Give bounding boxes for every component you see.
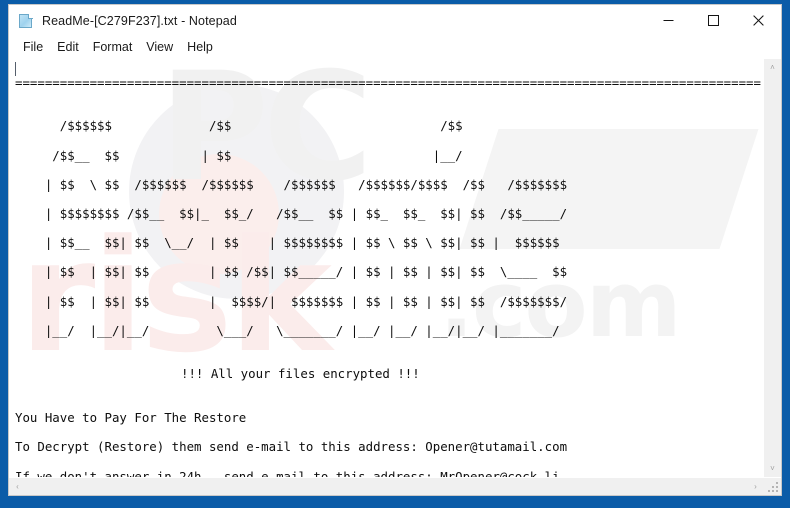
- ransom-note-content: ========================================…: [15, 61, 763, 477]
- ascii-art-line-3: | $$ \ $$ /$$$$$$ /$$$$$$ /$$$$$$ /$$$$$…: [15, 176, 620, 192]
- title-bar-left: ReadMe-[C279F237].txt - Notepad: [9, 13, 646, 29]
- window-title: ReadMe-[C279F237].txt - Notepad: [42, 13, 237, 28]
- title-bar[interactable]: ReadMe-[C279F237].txt - Notepad: [9, 5, 781, 36]
- headline-line: !!! All your files encrypted !!!: [181, 366, 420, 382]
- separator-line-top: ========================================…: [15, 74, 761, 90]
- menu-item-edit[interactable]: Edit: [50, 39, 86, 56]
- menu-item-format[interactable]: Format: [86, 39, 140, 56]
- menu-item-help[interactable]: Help: [180, 39, 220, 56]
- ascii-art-line-8: |__/ |__/|__/ \___/ \_______/ |__/ |__/ …: [15, 322, 620, 338]
- body-line-3: If we don't answer in 24h., send e-mail …: [15, 468, 560, 477]
- ascii-art-line-4: | $$$$$$$$ /$$__ $$|_ $$_/ /$$__ $$ | $$…: [15, 205, 620, 221]
- ascii-art-line-6: | $$ | $$| $$ | $$ /$$| $$_____/ | $$ | …: [15, 264, 620, 280]
- notepad-document-icon: [18, 13, 34, 29]
- scroll-up-icon[interactable]: ˄: [764, 59, 781, 76]
- scroll-right-icon[interactable]: ›: [747, 478, 764, 495]
- vertical-scrollbar[interactable]: ˄ ˅: [763, 59, 781, 477]
- ascii-art-line-5: | $$__ $$| $$ \__/ | $$ | $$$$$$$$ | $$ …: [15, 235, 620, 251]
- ascii-art-line-1: /$$$$$$ /$$ /$$: [15, 118, 620, 134]
- text-editor[interactable]: PC risk .com ===========================…: [9, 59, 763, 477]
- horizontal-scrollbar-row: ‹ ›: [9, 477, 781, 495]
- menu-item-file[interactable]: File: [16, 39, 50, 56]
- minimize-button[interactable]: [646, 5, 691, 36]
- menu-bar: File Edit Format View Help: [9, 36, 781, 58]
- close-button[interactable]: [736, 5, 781, 36]
- scroll-down-icon[interactable]: ˅: [764, 460, 781, 477]
- text-caret: [15, 62, 16, 76]
- horizontal-scrollbar[interactable]: ‹ ›: [9, 478, 764, 495]
- editor-area: PC risk .com ===========================…: [9, 58, 781, 477]
- window-controls: [646, 5, 781, 36]
- body-line-1: You Have to Pay For The Restore: [15, 410, 247, 426]
- ascii-art-line-2: /$$__ $$ | $$ |__/: [15, 147, 620, 163]
- desktop-background: ReadMe-[C279F237].txt - Notepad File Edi…: [0, 0, 790, 508]
- notepad-window: ReadMe-[C279F237].txt - Notepad File Edi…: [8, 4, 782, 496]
- resize-grip-icon[interactable]: [764, 478, 781, 495]
- scroll-left-icon[interactable]: ‹: [9, 478, 26, 495]
- maximize-button[interactable]: [691, 5, 736, 36]
- ascii-art-line-7: | $$ | $$| $$ | $$$$/| $$$$$$$ | $$ | $$…: [15, 293, 620, 309]
- menu-item-view[interactable]: View: [139, 39, 180, 56]
- body-line-2: To Decrypt (Restore) them send e-mail to…: [15, 439, 568, 455]
